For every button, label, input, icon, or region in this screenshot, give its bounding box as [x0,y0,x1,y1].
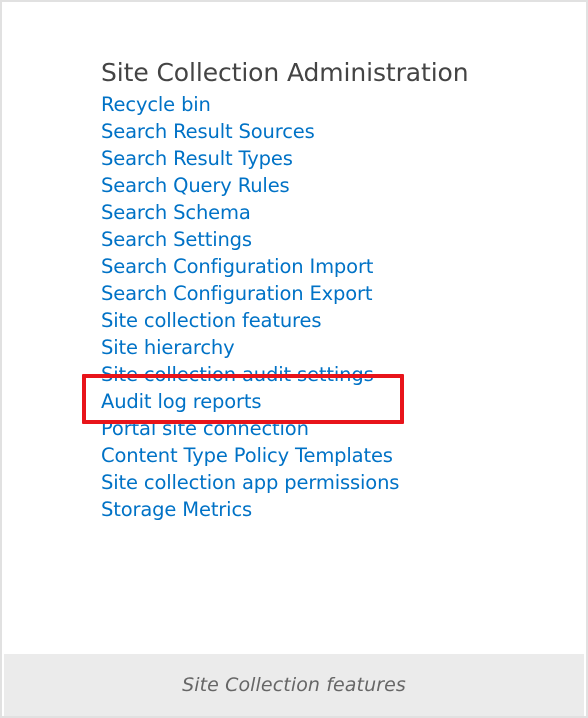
link-search-query-rules[interactable]: Search Query Rules [101,172,561,199]
admin-link-list: Recycle bin Search Result Sources Search… [101,91,561,523]
link-site-collection-app-permissions[interactable]: Site collection app permissions [101,469,561,496]
caption-bar: Site Collection features [4,654,584,716]
link-search-configuration-export[interactable]: Search Configuration Export [101,280,561,307]
link-site-hierarchy[interactable]: Site hierarchy [101,334,561,361]
link-storage-metrics[interactable]: Storage Metrics [101,496,561,523]
link-search-result-types[interactable]: Search Result Types [101,145,561,172]
link-site-collection-features[interactable]: Site collection features [101,307,561,334]
link-content-type-policy-templates[interactable]: Content Type Policy Templates [101,442,561,469]
link-search-schema[interactable]: Search Schema [101,199,561,226]
link-recycle-bin[interactable]: Recycle bin [101,91,561,118]
settings-panel: Site Collection Administration Recycle b… [4,4,584,654]
link-search-settings[interactable]: Search Settings [101,226,561,253]
figure-frame: Site Collection Administration Recycle b… [0,0,588,718]
link-search-configuration-import[interactable]: Search Configuration Import [101,253,561,280]
site-collection-admin-section: Site Collection Administration Recycle b… [101,55,561,523]
link-search-result-sources[interactable]: Search Result Sources [101,118,561,145]
highlight-box [82,374,404,424]
figure-caption: Site Collection features [182,674,406,696]
section-heading: Site Collection Administration [101,58,469,87]
